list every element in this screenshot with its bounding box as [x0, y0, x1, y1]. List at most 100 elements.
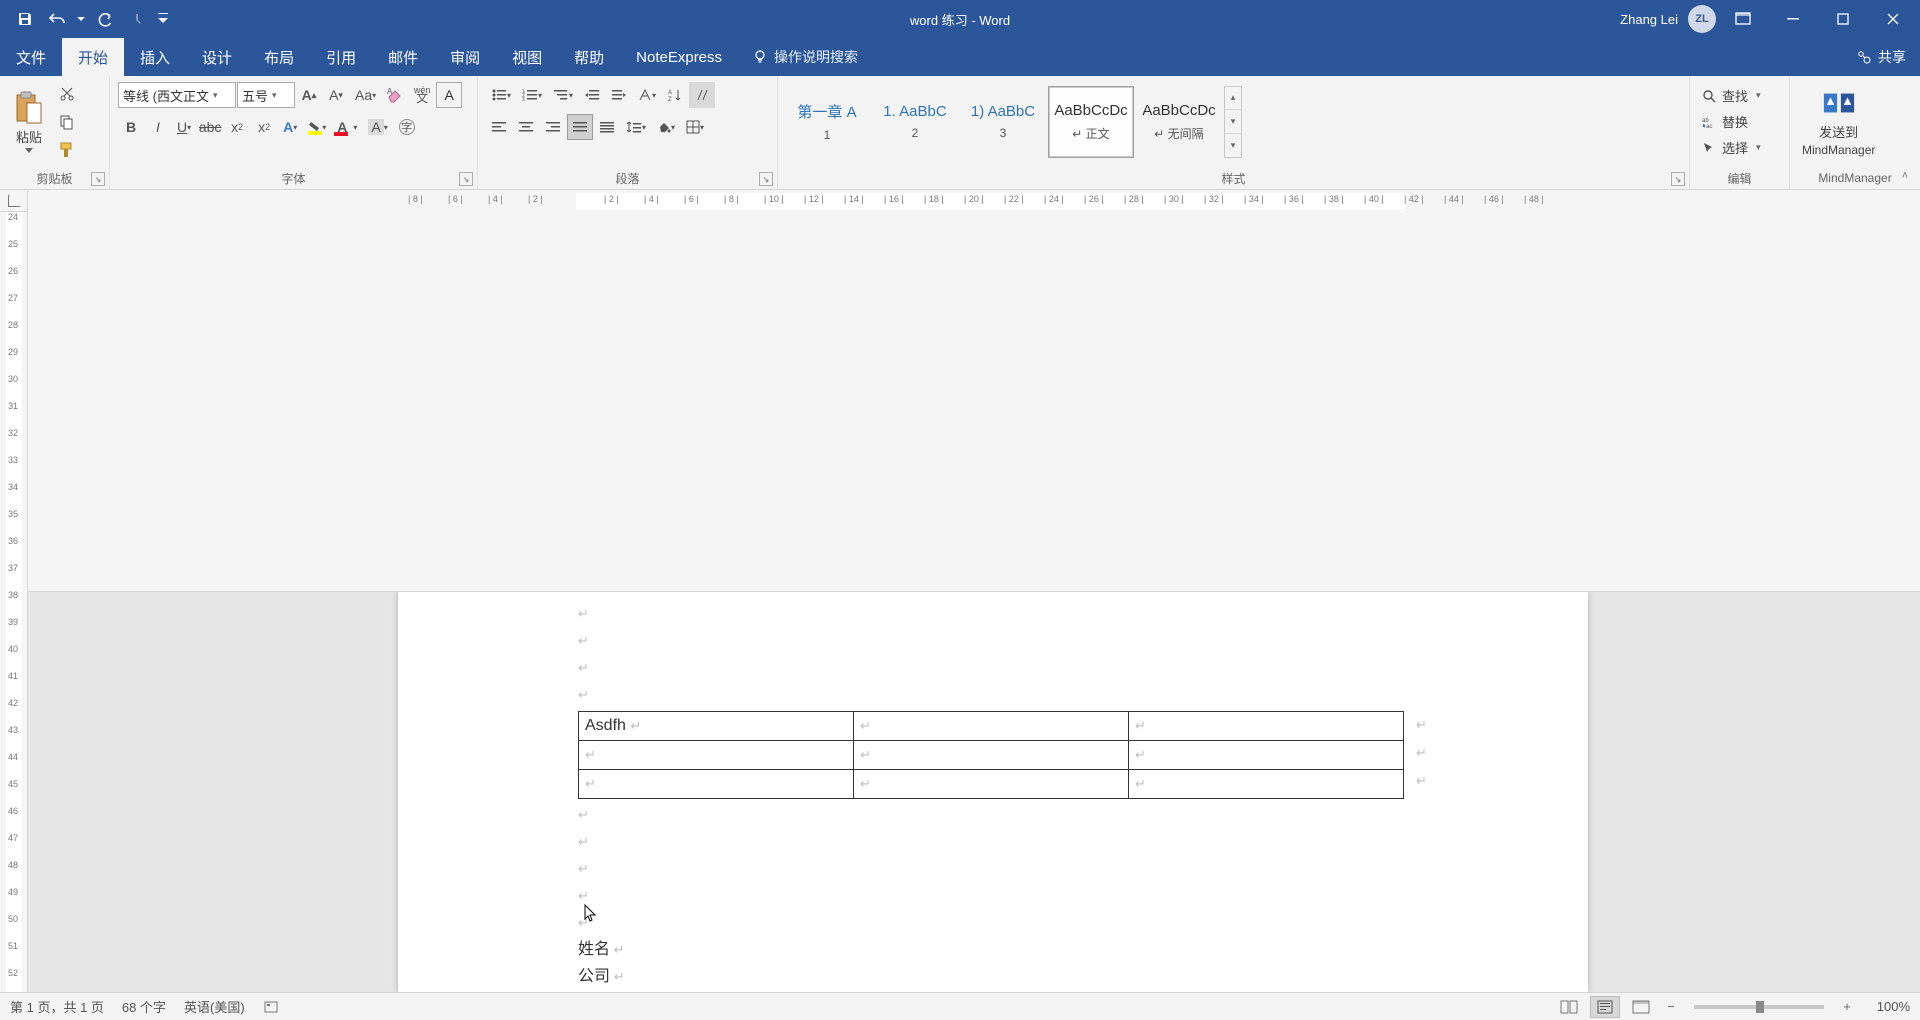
- tab-view[interactable]: 视图: [496, 38, 558, 76]
- close-button[interactable]: [1870, 0, 1916, 38]
- tab-review[interactable]: 审阅: [434, 38, 496, 76]
- char-border-button[interactable]: A: [436, 82, 462, 108]
- cut-button[interactable]: [54, 81, 80, 107]
- table-row[interactable]: ↵↵↵: [579, 740, 1404, 769]
- style-nospacing[interactable]: AaBbCcDc↵ 无间隔: [1136, 86, 1222, 158]
- font-family-combo[interactable]: 等线 (西文正文▾: [118, 82, 236, 108]
- underline-button[interactable]: U▾: [172, 114, 196, 140]
- align-left-button[interactable]: [486, 114, 512, 140]
- find-button[interactable]: 查找▾: [1698, 84, 1765, 108]
- view-read-mode[interactable]: [1554, 996, 1584, 1018]
- horizontal-ruler[interactable]: | 8 || 6 || 4 || 2 || 2 || 4 || 6 || 8 |…: [28, 190, 1920, 592]
- zoom-level[interactable]: 100%: [1862, 999, 1910, 1014]
- styles-launcher[interactable]: ↘: [1671, 172, 1685, 186]
- zoom-out-button[interactable]: −: [1662, 998, 1680, 1016]
- styles-gallery-scroll[interactable]: ▴▾▾: [1224, 86, 1242, 158]
- align-justify-button[interactable]: [567, 114, 593, 140]
- user-name[interactable]: Zhang Lei: [1620, 12, 1678, 27]
- strikethrough-button[interactable]: abc: [197, 114, 223, 140]
- font-color-button[interactable]: A▾: [332, 114, 362, 140]
- avatar[interactable]: ZL: [1688, 5, 1716, 33]
- minimize-button[interactable]: [1770, 0, 1816, 38]
- highlight-button[interactable]: ▾: [303, 114, 331, 140]
- qat-customize-button[interactable]: [154, 5, 172, 33]
- char-shading-button[interactable]: A▾: [363, 114, 392, 140]
- borders-button[interactable]: ▾: [681, 114, 709, 140]
- tab-mailings[interactable]: 邮件: [372, 38, 434, 76]
- doc-text-company[interactable]: 公司: [578, 968, 610, 985]
- tab-home[interactable]: 开始: [62, 38, 124, 76]
- numbering-button[interactable]: 123▾: [517, 82, 547, 108]
- ribbon-display-options[interactable]: [1720, 0, 1766, 38]
- style-normal[interactable]: AaBbCcDc↵ 正文: [1048, 86, 1134, 158]
- tab-help[interactable]: 帮助: [558, 38, 620, 76]
- zoom-in-button[interactable]: +: [1838, 998, 1856, 1016]
- paste-button[interactable]: 粘贴: [6, 89, 52, 155]
- collapse-ribbon-button[interactable]: ˄: [1896, 167, 1914, 185]
- replace-button[interactable]: abac替换: [1698, 110, 1765, 134]
- format-painter-button[interactable]: [54, 137, 80, 163]
- align-center-button[interactable]: [513, 114, 539, 140]
- document-table[interactable]: Asdfh ↵ ↵ ↵ ↵↵↵ ↵↵↵: [578, 711, 1404, 799]
- enclose-char-button[interactable]: 字: [394, 114, 420, 140]
- copy-button[interactable]: [54, 109, 80, 135]
- tab-layout[interactable]: 布局: [248, 38, 310, 76]
- tab-design[interactable]: 设计: [186, 38, 248, 76]
- doc-text-name[interactable]: 姓名: [578, 941, 610, 958]
- align-right-button[interactable]: [540, 114, 566, 140]
- document-canvas[interactable]: ↵ ↵ ↵ ↵ Asdfh ↵ ↵ ↵ ↵↵↵ ↵↵↵ ↵: [28, 592, 1920, 993]
- maximize-button[interactable]: [1820, 0, 1866, 38]
- save-button[interactable]: [10, 5, 40, 33]
- share-button[interactable]: 共享: [1856, 38, 1906, 76]
- clear-format-button[interactable]: A: [382, 82, 408, 108]
- clipboard-launcher[interactable]: ↘: [91, 172, 105, 186]
- vertical-ruler[interactable]: 2425262728293031323334353637383940414243…: [0, 212, 28, 992]
- font-launcher[interactable]: ↘: [459, 172, 473, 186]
- superscript-button[interactable]: x2: [251, 114, 277, 140]
- bold-button[interactable]: B: [118, 114, 144, 140]
- redo-button[interactable]: [90, 5, 120, 33]
- shrink-font-button[interactable]: A▾: [323, 82, 349, 108]
- decrease-indent-button[interactable]: [579, 82, 605, 108]
- tab-insert[interactable]: 插入: [124, 38, 186, 76]
- subscript-button[interactable]: x2: [224, 114, 250, 140]
- tab-selector[interactable]: [0, 190, 28, 212]
- change-case-button[interactable]: Aa▾: [350, 82, 381, 108]
- table-row[interactable]: Asdfh ↵ ↵ ↵: [579, 711, 1404, 740]
- text-effects-button[interactable]: A▾: [278, 114, 302, 140]
- tell-me-search[interactable]: 操作说明搜索: [738, 38, 872, 76]
- align-distribute-button[interactable]: [594, 114, 620, 140]
- view-print-layout[interactable]: [1590, 996, 1620, 1018]
- view-web-layout[interactable]: [1626, 996, 1656, 1018]
- status-lang[interactable]: 英语(美国): [184, 997, 245, 1016]
- macro-recorder-icon[interactable]: [263, 999, 279, 1015]
- tab-noteexpress[interactable]: NoteExpress: [620, 38, 738, 76]
- grow-font-button[interactable]: A▴: [296, 82, 322, 108]
- font-size-combo[interactable]: 五号▾: [237, 82, 295, 108]
- table-row[interactable]: ↵↵↵: [579, 769, 1404, 798]
- undo-dropdown[interactable]: [74, 5, 88, 33]
- increase-indent-button[interactable]: [606, 82, 632, 108]
- asian-layout-button[interactable]: ▾: [633, 82, 661, 108]
- style-heading1[interactable]: 第一章 A1: [784, 86, 870, 158]
- phonetic-guide-button[interactable]: wén文: [409, 82, 435, 108]
- zoom-slider[interactable]: [1694, 1005, 1824, 1009]
- multilevel-list-button[interactable]: ▾: [548, 82, 578, 108]
- styles-gallery[interactable]: 第一章 A1 1. AaBbC2 1) AaBbC3 AaBbCcDc↵ 正文 …: [784, 86, 1242, 158]
- style-heading3[interactable]: 1) AaBbC3: [960, 86, 1046, 158]
- tab-references[interactable]: 引用: [310, 38, 372, 76]
- shading-button[interactable]: ▾: [652, 114, 680, 140]
- tab-file[interactable]: 文件: [0, 38, 62, 76]
- italic-button[interactable]: I: [145, 114, 171, 140]
- table-cell-text[interactable]: Asdfh: [585, 717, 626, 734]
- undo-button[interactable]: [42, 5, 72, 33]
- sort-button[interactable]: AZ: [662, 82, 688, 108]
- select-button[interactable]: 选择▾: [1698, 136, 1765, 160]
- paragraph-launcher[interactable]: ↘: [759, 172, 773, 186]
- bullets-button[interactable]: ▾: [486, 82, 516, 108]
- send-to-mindmanager-button[interactable]: 发送到 MindManager: [1796, 84, 1881, 159]
- status-page[interactable]: 第 1 页，共 1 页: [10, 997, 104, 1016]
- page-content[interactable]: ↵ ↵ ↵ ↵ Asdfh ↵ ↵ ↵ ↵↵↵ ↵↵↵ ↵: [578, 602, 1528, 993]
- style-heading2[interactable]: 1. AaBbC2: [872, 86, 958, 158]
- show-marks-button[interactable]: [689, 82, 715, 108]
